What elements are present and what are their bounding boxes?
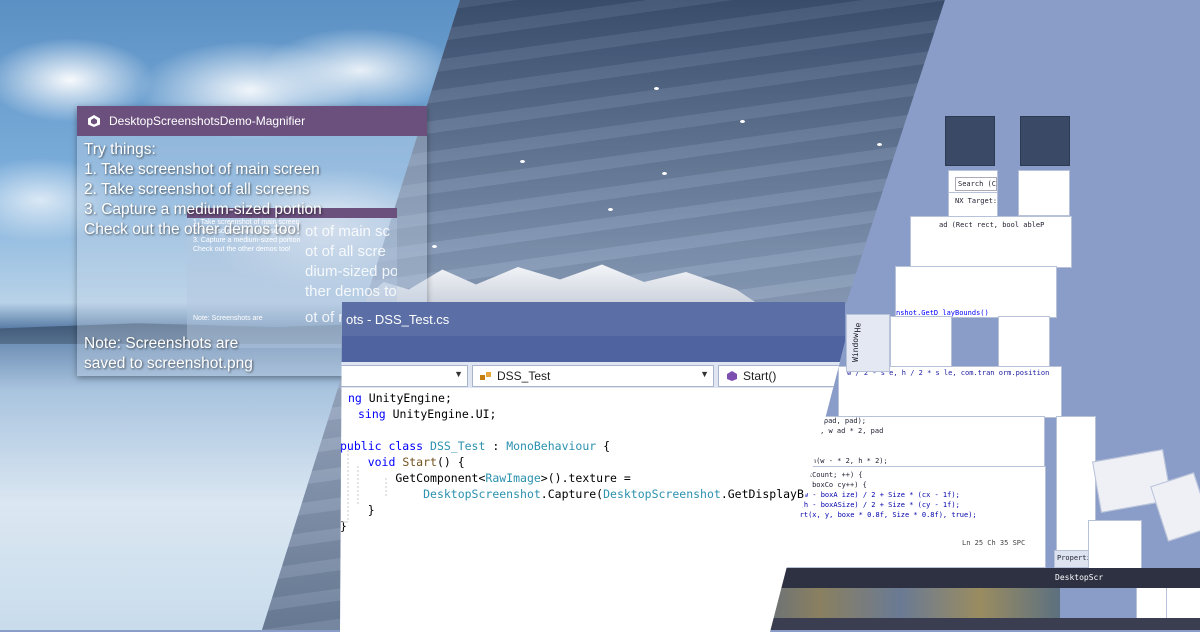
star xyxy=(432,245,437,248)
instructions-hint: Check out the other demos too! xyxy=(84,221,301,238)
star xyxy=(608,208,613,211)
code-fragment: w - pad, pad); xyxy=(807,417,867,425)
star xyxy=(662,172,667,175)
window-menu-fragment: Window xyxy=(850,333,860,362)
star xyxy=(877,143,882,146)
properties-tab[interactable]: Properties xyxy=(1054,550,1092,568)
star xyxy=(654,87,659,90)
editor-status: Ln 25 Ch 35 SPC xyxy=(962,539,1026,547)
screenshot-tile xyxy=(1018,170,1070,216)
taskbar-strip: DesktopScr xyxy=(755,568,1200,588)
recursive-big-line: dium-sized po xyxy=(305,263,397,280)
screenshot-tile xyxy=(890,316,952,368)
screenshot-tile: nshot.GetD layBounds() xyxy=(895,266,1057,318)
status-strip xyxy=(740,618,1200,630)
magnifier-title: DesktopScreenshotsDemo-Magnifier xyxy=(109,114,306,128)
screenshot-tile xyxy=(998,316,1050,368)
code-fragment: , pad, w ad * 2, pad xyxy=(799,427,884,435)
recursive-big-line: ther demos to xyxy=(305,283,397,300)
screenshot-tile: NX Target: D xyxy=(948,192,998,218)
instructions-heading: Try things: xyxy=(84,141,156,158)
code-fragment: ; boxCount; ++) { xyxy=(791,471,863,479)
star xyxy=(740,120,745,123)
screenshot-tile: w / 2 * s e, h / 2 * s le, com.tran orm.… xyxy=(838,366,1062,418)
star xyxy=(520,160,525,163)
note-line: Note: Screenshots are xyxy=(84,335,239,352)
taskbar-item-label[interactable]: DesktopScr xyxy=(1055,573,1103,582)
screenshot-tile xyxy=(1020,116,1070,166)
menu-fragment: Window He xyxy=(846,314,890,372)
desktop-wallpaper-strip xyxy=(740,588,1060,618)
screenshot-tile: ad (Rect rect, bool ableP xyxy=(910,216,1072,268)
magnifier-titlebar[interactable]: DesktopScreenshotsDemo-Magnifier xyxy=(77,106,427,136)
unity-logo-icon xyxy=(87,114,101,128)
screenshot-tile: t.Min(w - * 2, h * 2); ; boxCount; ++) {… xyxy=(786,457,1046,568)
note-line: saved to screenshot.png xyxy=(84,355,253,372)
magnifier-instructions: Try things: 1. Take screenshot of main s… xyxy=(84,140,424,240)
recursive-big-line: ot of all scre xyxy=(305,243,386,260)
screenshot-tile xyxy=(945,116,995,166)
ide-window[interactable]: ots - DSS_Test.cs ▼ DSS_Test ▼ Start() n… xyxy=(340,302,845,632)
instruction-step: 1. Take screenshot of main screen xyxy=(84,161,320,178)
code-fragment: p+ (w - boxA ize) / 2 + Size * (cx - 1f)… xyxy=(787,491,960,499)
code-fragment: ad (Rect rect, bool ableP xyxy=(939,221,1045,229)
code-fragment: cy < boxCo cy++) { xyxy=(791,481,867,489)
code-fragment: p+ (h - boxASize) / 2 + Size * (cy - 1f)… xyxy=(787,501,960,509)
nx-target-label: NX Target: D xyxy=(955,197,997,205)
instruction-step: 3. Capture a medium-sized portion xyxy=(84,201,322,218)
code-fragment: nsert(x, y, boxe * 0.8f, Size * 0.8f), t… xyxy=(787,511,977,519)
instruction-step: 2. Take screenshot of all screens xyxy=(84,181,310,198)
help-menu-fragment: He xyxy=(853,322,863,333)
screenshot-tile xyxy=(1088,520,1142,572)
search-input-fragment: Search (Ctrl+ xyxy=(955,177,997,191)
code-indent-guides xyxy=(340,450,387,523)
screenshot-note: Note: Screenshots are saved to screensho… xyxy=(84,334,253,374)
code-fragment: t.Min(w - * 2, h * 2); xyxy=(795,457,888,465)
